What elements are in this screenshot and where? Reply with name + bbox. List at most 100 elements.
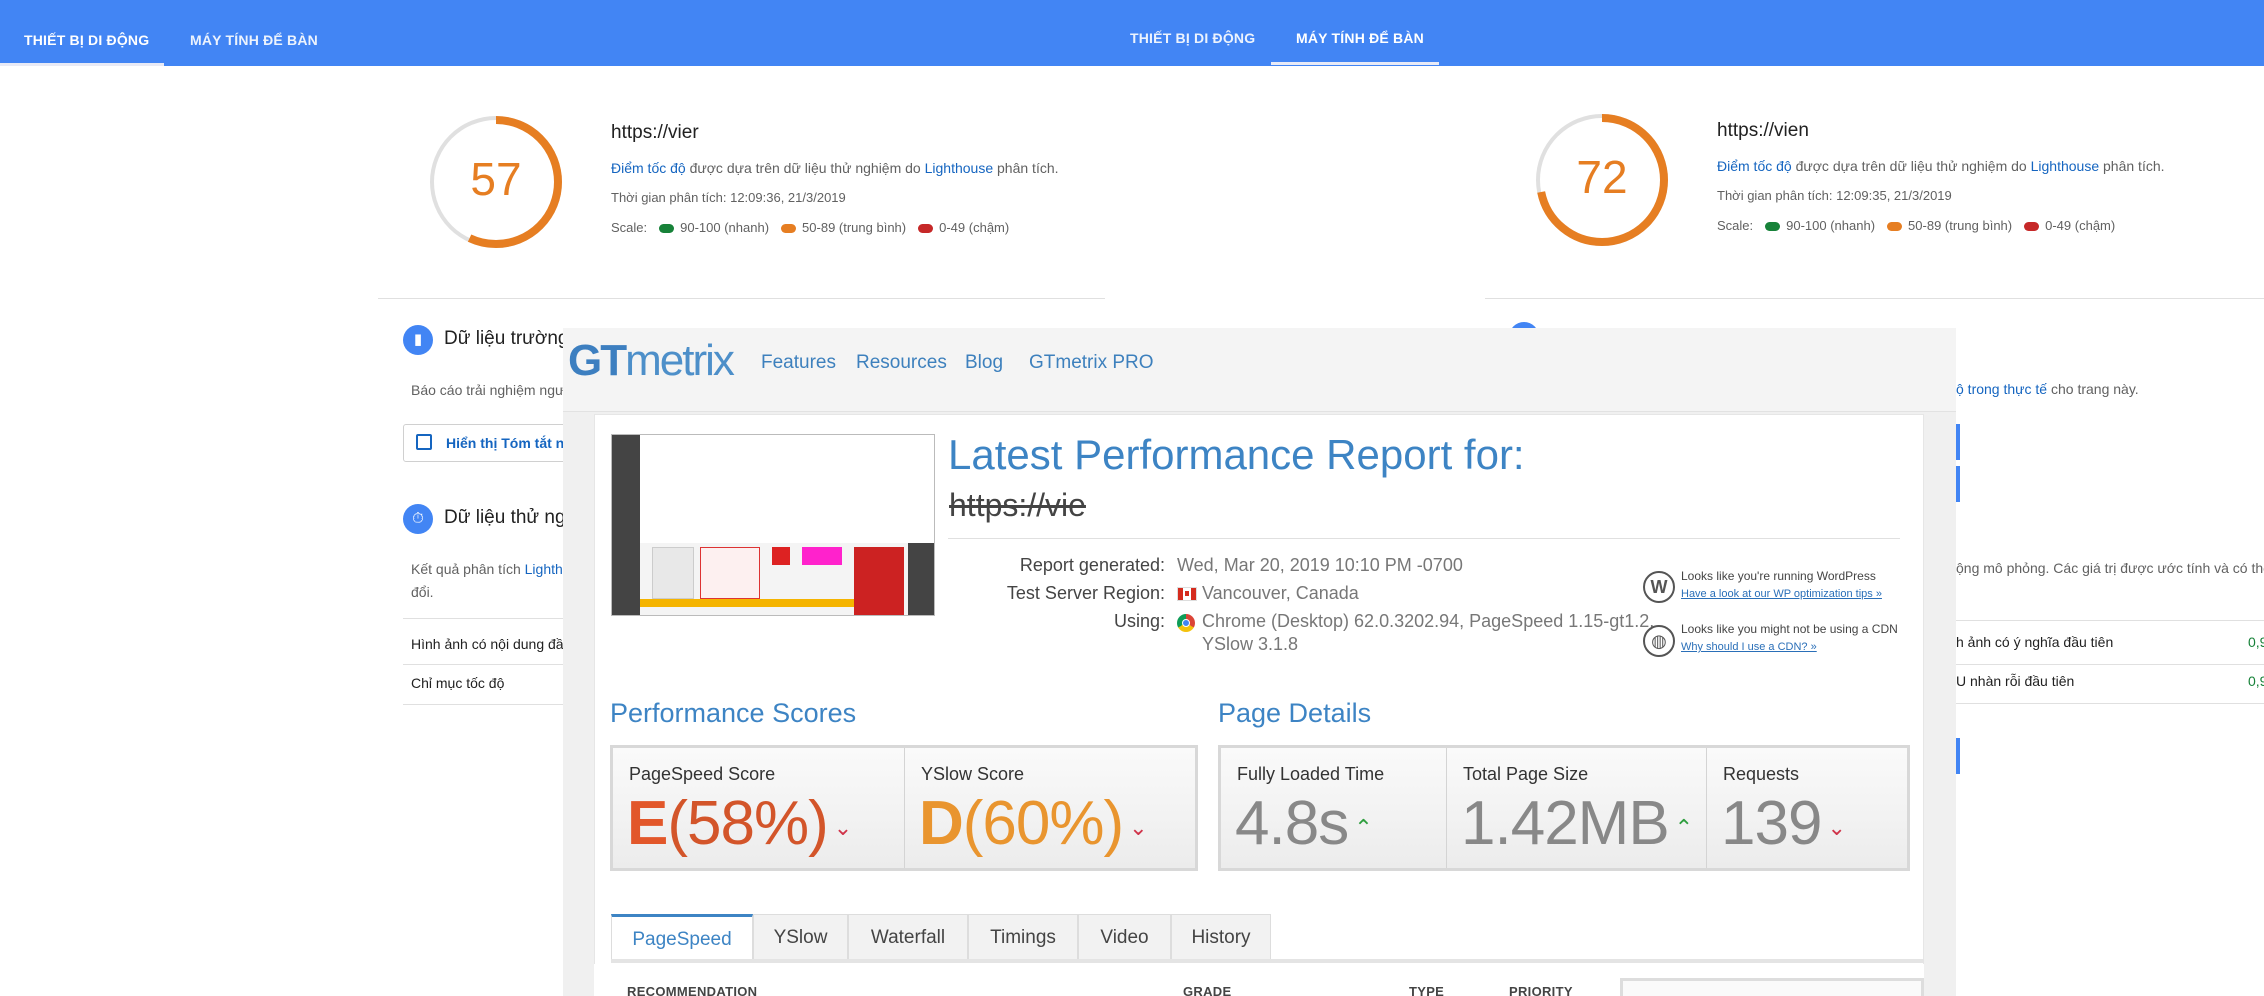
report-card: Latest Performance Report for: https://v… — [594, 414, 1924, 996]
right-field-text: ộ trong thực tế cho trang này. — [1956, 381, 2139, 397]
requests-value: 139 — [1721, 789, 1822, 858]
down-arrow-icon: ⌄ — [833, 814, 852, 840]
speed-note-text: được dựa trên dữ liệu thử nghiệm do — [685, 160, 925, 176]
scale-fast-right: 90-100 (nhanh) — [1786, 218, 1876, 233]
right-metric-fci-value: 0,9 — [2248, 673, 2264, 689]
wordpress-link[interactable]: Have a look at our WP optimization tips … — [1681, 586, 1882, 600]
scale-label-right: Scale: — [1717, 218, 1754, 233]
requests-label: Requests — [1723, 764, 1800, 784]
right-tab-desktop[interactable]: MÁY TÍNH ĐỂ BÀN — [1296, 0, 1424, 64]
wordpress-note: Looks like you're running WordPress — [1681, 569, 1876, 583]
pagespeed-score-cell: PageSpeed Score E(58%) ⌄ — [613, 748, 905, 868]
right-speed-note: Điểm tốc độ được dựa trên dữ liệu thử ng… — [1717, 158, 2165, 174]
right-metrics-divider-3 — [1956, 703, 2264, 704]
performance-scores-box: PageSpeed Score E(58%) ⌄ YSlow Score D(60… — [610, 745, 1198, 871]
page-size-cell: Total Page Size 1.42MB ⌃ — [1447, 748, 1707, 868]
wordpress-icon: W — [1643, 571, 1675, 603]
report-url[interactable]: https://vie — [949, 487, 1086, 524]
filter-box[interactable] — [1620, 978, 1924, 996]
tab-history[interactable]: History — [1171, 914, 1271, 960]
right-metric-fci-label: U nhàn rỗi đầu tiên — [1956, 673, 2075, 689]
slow-dot-icon — [2024, 222, 2040, 232]
left-tab-mobile[interactable]: THIẾT BỊ DI ĐỘNG — [24, 0, 149, 66]
show-summary-button[interactable]: Hiển thị Tóm tắt ng — [403, 424, 573, 462]
page-size-label: Total Page Size — [1463, 764, 1589, 784]
right-tab-active-indicator — [1271, 62, 1439, 65]
cdn-link[interactable]: Why should I use a CDN? » — [1681, 639, 1817, 653]
left-tab-desktop[interactable]: MÁY TÍNH ĐỂ BÀN — [190, 0, 318, 66]
stopwatch-icon: ⏱ — [403, 504, 433, 534]
right-metric-fmp-value: 0,9 — [2248, 634, 2264, 650]
real-world-link[interactable]: ộ trong thực tế — [1956, 381, 2047, 397]
left-field-data-title: Dữ liệu trường — [444, 328, 569, 349]
speed-score-link-right[interactable]: Điểm tốc độ — [1717, 158, 1792, 174]
chrome-icon — [1177, 614, 1195, 632]
region-label: Test Server Region: — [1006, 583, 1165, 603]
region-value: Vancouver, Canada — [1202, 583, 1359, 603]
summary-icon — [416, 434, 432, 450]
tab-pagespeed[interactable]: PageSpeed — [611, 914, 753, 960]
gtmetrix-logo[interactable]: GTmetrix — [568, 336, 735, 386]
speed-note-tail-right: phân tích. — [2099, 158, 2165, 174]
nav-resources[interactable]: Resources — [856, 352, 947, 374]
site-screenshot — [611, 434, 935, 616]
requests-cell: Requests 139 ⌄ — [1707, 748, 1907, 868]
down-arrow-icon: ⌄ — [1827, 814, 1845, 840]
tabs-underline — [611, 959, 1924, 963]
tab-yslow[interactable]: YSlow — [753, 914, 848, 960]
right-metrics-divider-2 — [1956, 664, 2264, 665]
scale-slow: 0-49 (chậm) — [939, 220, 1010, 235]
scale-label: Scale: — [611, 220, 648, 235]
left-analysis-time: Thời gian phân tích: 12:09:36, 21/3/2019 — [611, 190, 846, 205]
speed-note-text-right: được dựa trên dữ liệu thử nghiệm do — [1791, 158, 2031, 174]
lighthouse-link-right[interactable]: Lighthouse — [2031, 158, 2100, 174]
nav-gtmetrix-pro[interactable]: GTmetrix PRO — [1029, 352, 1154, 374]
slow-dot-icon — [918, 224, 934, 234]
wordpress-link-text[interactable]: Have a look at our WP optimization tips … — [1681, 588, 1882, 600]
canada-flag-icon — [1177, 587, 1197, 601]
gtmetrix-window: GTmetrix Features Resources Blog GTmetri… — [563, 328, 1956, 996]
speed-note-tail: phân tích. — [993, 160, 1059, 176]
right-metric-fmp-label: h ảnh có ý nghĩa đầu tiên — [1956, 634, 2114, 650]
left-lab-text: Kết quả phân tích Lighth — [411, 561, 563, 577]
bar-chart-icon: ▮ — [403, 325, 433, 355]
yslow-score-cell: YSlow Score D(60%) ⌄ — [905, 748, 1195, 868]
right-field-tail: cho trang này. — [2047, 381, 2139, 397]
lighthouse-link-2[interactable]: Lighth — [525, 561, 563, 577]
requests: 139 ⌄ — [1721, 788, 1846, 859]
left-url: https://vier — [611, 122, 699, 143]
page-size: 1.42MB ⌃ — [1461, 788, 1693, 859]
metric-speed-index-label: Chỉ mục tốc độ — [411, 675, 505, 691]
average-dot-icon — [1887, 222, 1903, 232]
tab-timings[interactable]: Timings — [968, 914, 1078, 960]
right-strip-2 — [1956, 466, 1960, 502]
yslow-score: D(60%) ⌄ — [919, 788, 1148, 859]
left-tab-active-indicator — [0, 63, 164, 66]
right-lab-note: ộng mô phỏng. Các giá trị được ước tính … — [1956, 560, 2264, 576]
tab-video[interactable]: Video — [1078, 914, 1171, 960]
using-label: Using: — [1113, 611, 1165, 631]
pagespeed-pct: (58%) — [667, 789, 828, 858]
pagespeed-grade: E — [627, 789, 668, 858]
tab-waterfall[interactable]: Waterfall — [848, 914, 968, 960]
loaded-time-label: Fully Loaded Time — [1237, 764, 1385, 784]
gtmetrix-header: GTmetrix Features Resources Blog GTmetri… — [563, 328, 1956, 412]
right-strip-1 — [1956, 424, 1960, 460]
loaded-time-cell: Fully Loaded Time 4.8s ⌃ — [1221, 748, 1447, 868]
lighthouse-link[interactable]: Lighthouse — [925, 160, 994, 176]
metrics-divider-bottom — [403, 704, 563, 705]
nav-features[interactable]: Features — [761, 352, 836, 374]
right-tab-mobile[interactable]: THIẾT BỊ DI ĐỘNG — [1130, 0, 1255, 64]
nav-blog[interactable]: Blog — [965, 352, 1003, 374]
col-type: TYPE — [1409, 984, 1445, 996]
using-value-2: YSlow 3.1.8 — [1202, 634, 1299, 654]
left-score-value: 57 — [470, 153, 522, 205]
logo-metrix: metrix — [625, 336, 735, 385]
right-url: https://vien — [1717, 120, 1809, 141]
left-lab-data-title: Dữ liệu thử nghi — [444, 507, 581, 528]
up-arrow-icon: ⌃ — [1674, 814, 1693, 840]
speed-score-link[interactable]: Điểm tốc độ — [611, 160, 686, 176]
cdn-link-text[interactable]: Why should I use a CDN? » — [1681, 641, 1817, 653]
scale-fast: 90-100 (nhanh) — [680, 220, 770, 235]
report-heading: Latest Performance Report for: — [948, 431, 1525, 478]
